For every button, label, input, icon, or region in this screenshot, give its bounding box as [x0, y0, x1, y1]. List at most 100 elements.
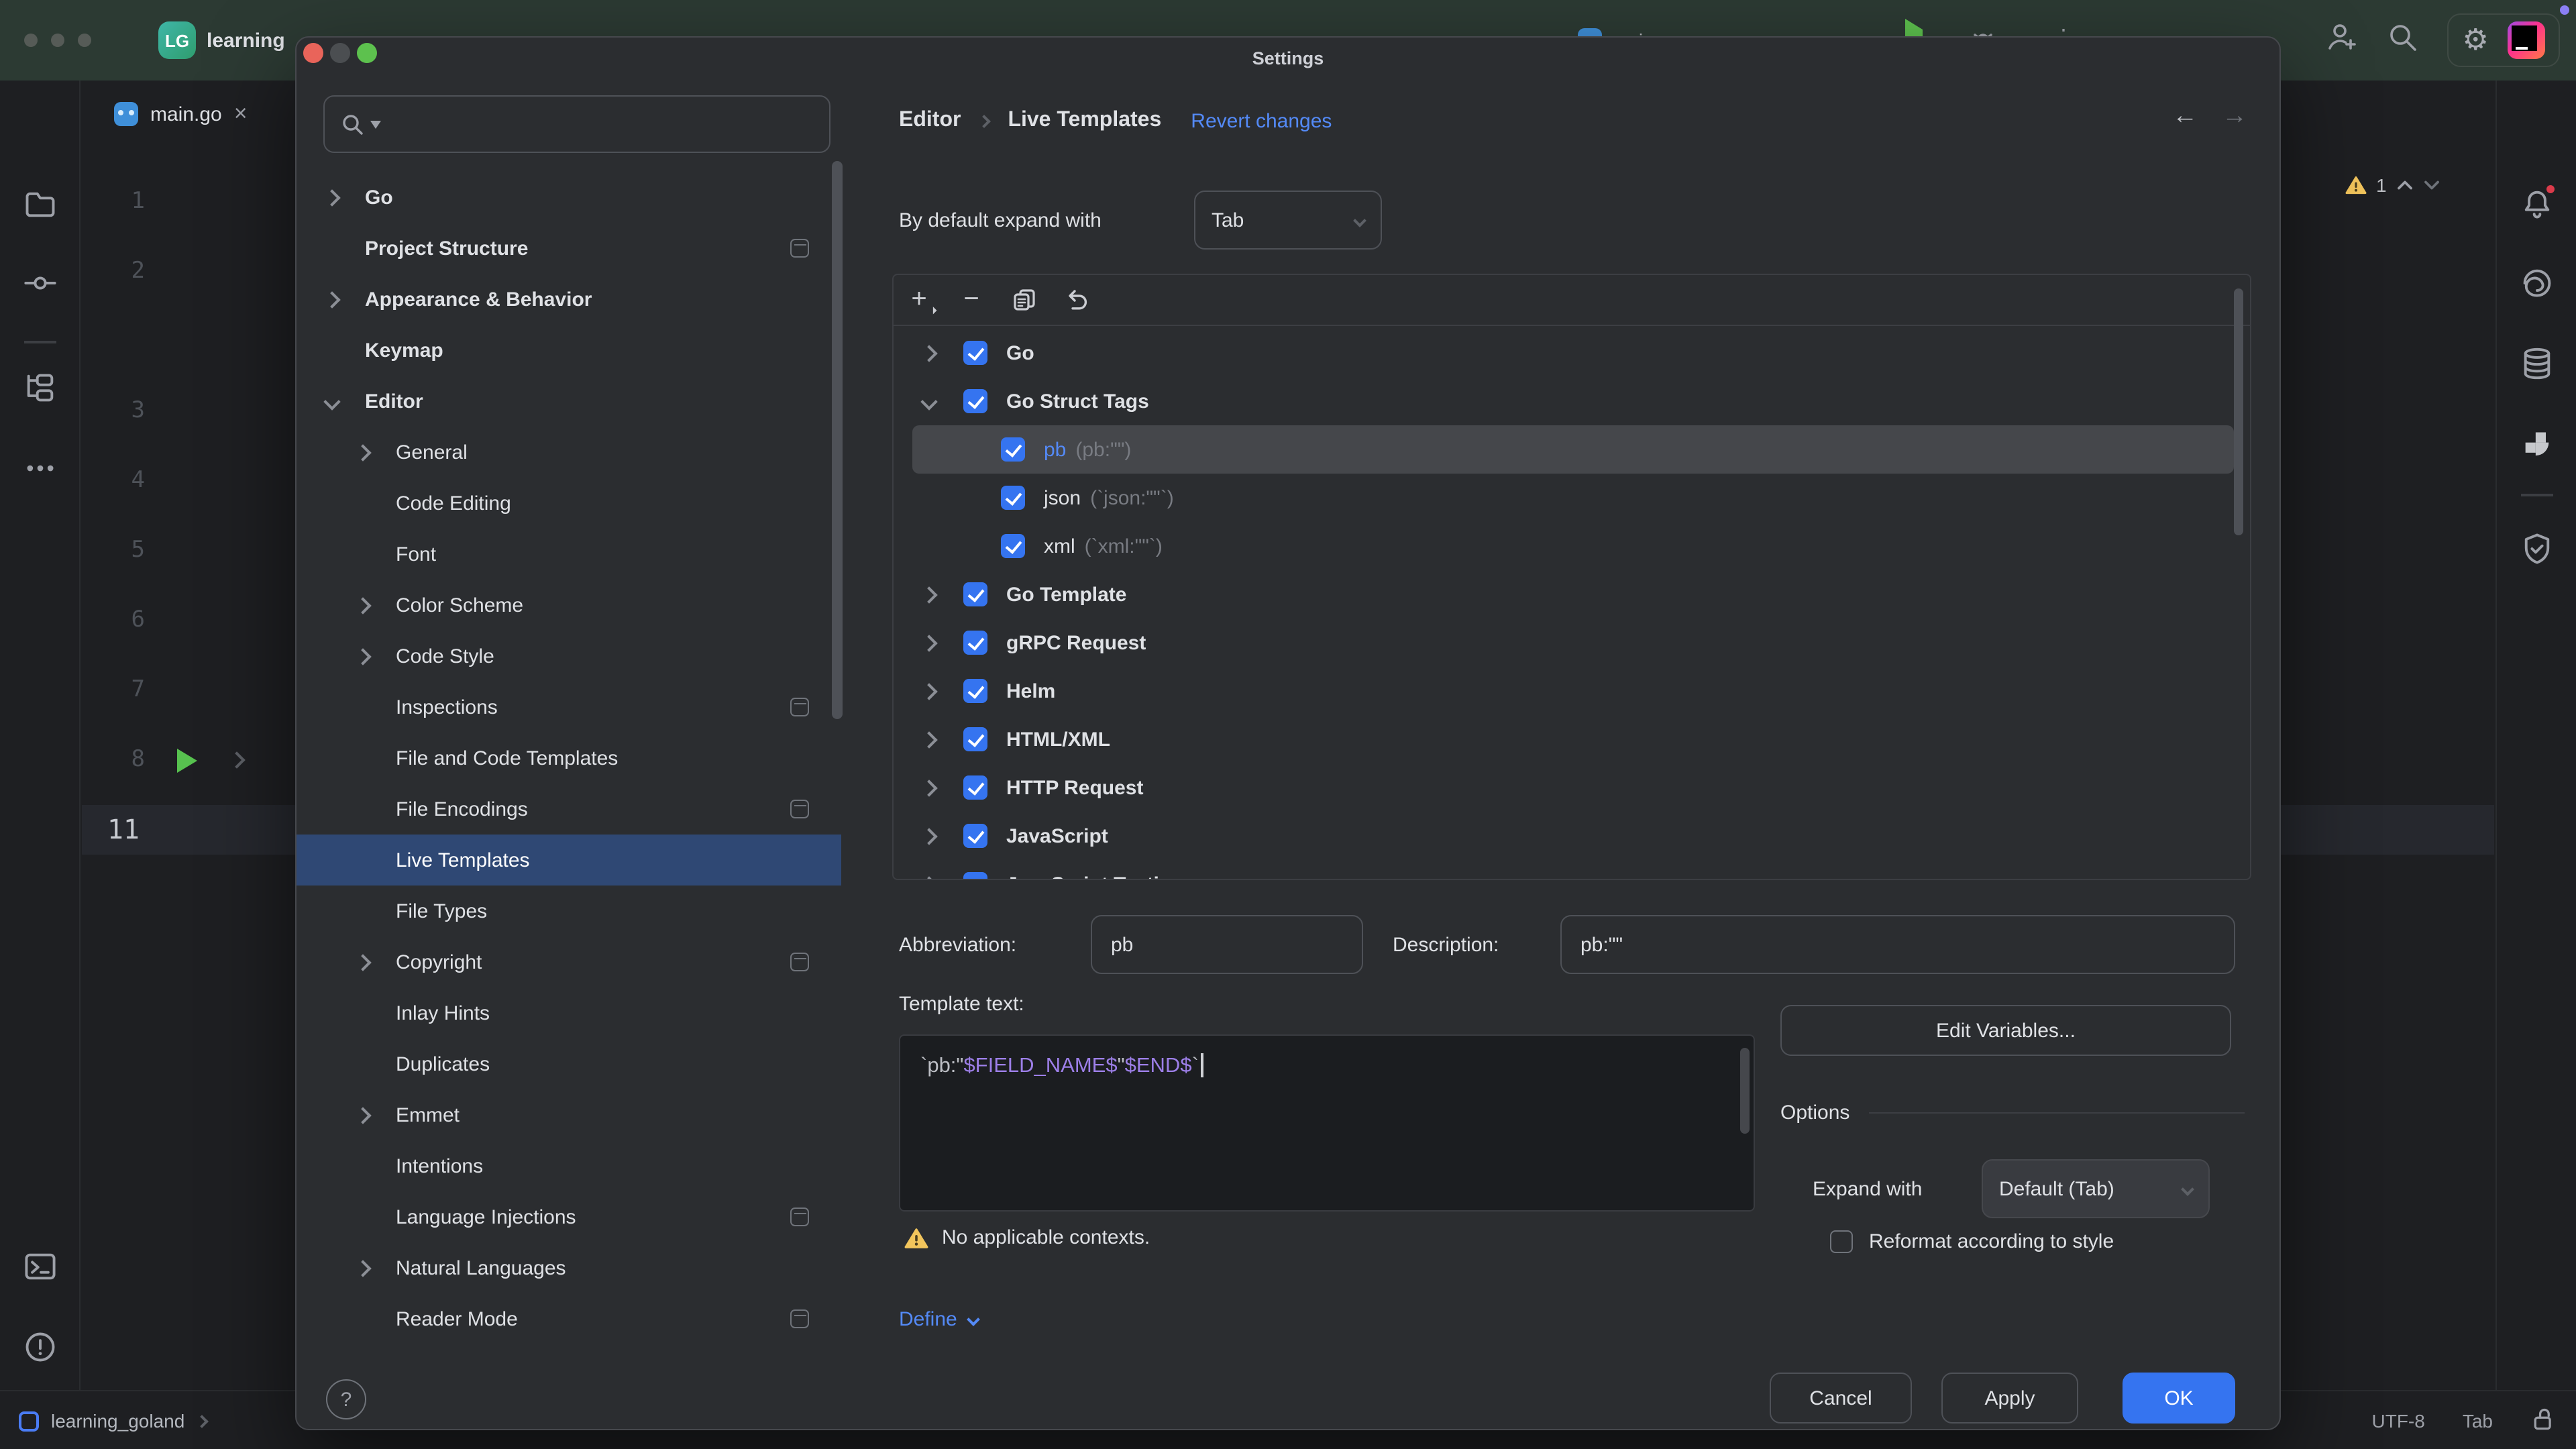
status-encoding[interactable]: UTF-8: [2372, 1410, 2425, 1432]
default-expand-dropdown[interactable]: Tab: [1194, 191, 1382, 250]
tree-item-copyright[interactable]: Copyright: [297, 936, 841, 987]
database-icon[interactable]: [2514, 341, 2559, 386]
template-row-json[interactable]: json(`json:""`): [912, 474, 2234, 522]
ai-assistant-icon[interactable]: [2514, 259, 2559, 305]
back-arrow-icon[interactable]: ←: [2172, 102, 2198, 131]
terminal-icon[interactable]: [17, 1244, 62, 1289]
reformat-checkbox[interactable]: [1830, 1230, 1853, 1253]
template-group-go-template[interactable]: Go Template: [912, 570, 2234, 619]
tree-item-language-injections[interactable]: Language Injections: [297, 1191, 841, 1242]
chevron-up-icon[interactable]: [2396, 178, 2414, 192]
template-row-pb[interactable]: pb(pb:""): [912, 425, 2234, 474]
status-project-name[interactable]: learning_goland: [51, 1410, 184, 1432]
forward-arrow-icon[interactable]: →: [2222, 102, 2247, 131]
template-group-grpc-request[interactable]: gRPC Request: [912, 619, 2234, 667]
settings-search-input[interactable]: [323, 95, 830, 153]
revert-changes-link[interactable]: Revert changes: [1191, 109, 1332, 132]
checkbox-checked[interactable]: [963, 389, 987, 413]
structure-icon[interactable]: [17, 365, 62, 411]
tree-item-intentions[interactable]: Intentions: [297, 1140, 841, 1191]
ok-button[interactable]: OK: [2123, 1373, 2235, 1424]
editor-tab-main-go[interactable]: main.go ×: [98, 80, 264, 148]
help-button[interactable]: ?: [326, 1379, 366, 1419]
tree-item-appearance-behavior[interactable]: Appearance & Behavior: [297, 274, 841, 325]
apply-button[interactable]: Apply: [1941, 1373, 2078, 1424]
tree-item-file-and-code-templates[interactable]: File and Code Templates: [297, 733, 841, 784]
checkbox-checked[interactable]: [963, 824, 987, 848]
tree-item-keymap[interactable]: Keymap: [297, 325, 841, 376]
tree-item-project-structure[interactable]: Project Structure: [297, 223, 841, 274]
tree-item-editor[interactable]: Editor: [297, 376, 841, 427]
inspections-widget[interactable]: 1: [2345, 174, 2440, 196]
template-group-javascript[interactable]: JavaScript: [912, 812, 2234, 860]
project-name[interactable]: learning: [207, 0, 285, 80]
tree-item-code-editing[interactable]: Code Editing: [297, 478, 841, 529]
search-everywhere-icon[interactable]: [2386, 19, 2421, 61]
template-text-editor[interactable]: `pb:"$FIELD_NAME$"$END$`: [899, 1034, 1755, 1212]
checkbox-checked[interactable]: [963, 727, 987, 751]
window-traffic-lights-dimmed[interactable]: [24, 34, 91, 47]
remove-template-button[interactable]: −: [954, 282, 989, 317]
tree-item-emmet[interactable]: Emmet: [297, 1089, 841, 1140]
breadcrumb-parent[interactable]: Editor: [899, 109, 961, 133]
tab-label[interactable]: main.go: [150, 103, 222, 125]
tree-scrollbar[interactable]: [832, 161, 843, 719]
chevron-down-icon[interactable]: [2423, 178, 2440, 192]
notifications-bell-icon[interactable]: [2514, 181, 2559, 227]
restore-defaults-button[interactable]: [1059, 282, 1093, 317]
tree-item-file-encodings[interactable]: File Encodings: [297, 784, 841, 835]
goland-logo-icon[interactable]: [2508, 21, 2545, 59]
template-group-http-request[interactable]: HTTP Request: [912, 763, 2234, 812]
abbreviation-field[interactable]: pb: [1091, 915, 1363, 974]
template-group-javascript-testing[interactable]: JavaScript Testing: [912, 860, 2234, 879]
checkbox-checked[interactable]: [963, 872, 987, 879]
define-contexts-link[interactable]: Define: [899, 1308, 979, 1331]
tree-item-natural-languages[interactable]: Natural Languages: [297, 1242, 841, 1293]
tree-item-live-templates[interactable]: Live Templates: [297, 835, 841, 885]
unlock-icon[interactable]: [2530, 1405, 2557, 1436]
shield-check-icon[interactable]: [2514, 526, 2559, 572]
checkbox-checked[interactable]: [1001, 437, 1025, 462]
plugin-icon[interactable]: [2514, 423, 2559, 468]
tree-item-general[interactable]: General: [297, 427, 841, 478]
checkbox-checked[interactable]: [1001, 486, 1025, 510]
checkbox-checked[interactable]: [963, 341, 987, 365]
checkbox-checked[interactable]: [963, 679, 987, 703]
fold-chevron-icon[interactable]: [228, 751, 245, 768]
duplicate-template-button[interactable]: [1006, 282, 1041, 317]
run-gutter-icon[interactable]: [177, 749, 197, 773]
search-options-chevron-icon[interactable]: [370, 120, 381, 128]
tree-item-code-style[interactable]: Code Style: [297, 631, 841, 682]
checkbox-checked[interactable]: [963, 631, 987, 655]
template-group-helm[interactable]: Helm: [912, 667, 2234, 715]
add-template-button[interactable]: +: [902, 282, 936, 317]
gear-icon[interactable]: ⚙: [2463, 25, 2489, 55]
tree-item-inlay-hints[interactable]: Inlay Hints: [297, 987, 841, 1038]
tree-item-go[interactable]: Go: [297, 172, 841, 223]
template-group-go[interactable]: Go: [912, 329, 2234, 377]
template-list-scrollbar[interactable]: [2234, 288, 2243, 535]
tab-close-icon[interactable]: ×: [234, 101, 248, 127]
tree-item-reader-mode[interactable]: Reader Mode: [297, 1293, 841, 1344]
more-tool-windows-icon[interactable]: [17, 445, 62, 491]
template-group-go-struct-tags[interactable]: Go Struct Tags: [912, 377, 2234, 425]
description-field[interactable]: pb:"": [1560, 915, 2235, 974]
problems-icon[interactable]: [17, 1324, 62, 1370]
project-folder-icon[interactable]: [17, 181, 62, 227]
add-user-icon[interactable]: [2324, 19, 2359, 61]
template-row-xml[interactable]: xml(`xml:""`): [912, 522, 2234, 570]
edit-variables-button[interactable]: Edit Variables...: [1780, 1005, 2231, 1056]
tree-item-file-types[interactable]: File Types: [297, 885, 841, 936]
template-group-html-xml[interactable]: HTML/XML: [912, 715, 2234, 763]
checkbox-checked[interactable]: [963, 775, 987, 800]
status-indent[interactable]: Tab: [2463, 1410, 2493, 1432]
checkbox-checked[interactable]: [963, 582, 987, 606]
cancel-button[interactable]: Cancel: [1770, 1373, 1912, 1424]
template-text-scrollbar[interactable]: [1740, 1048, 1750, 1134]
tree-item-color-scheme[interactable]: Color Scheme: [297, 580, 841, 631]
commit-icon[interactable]: [17, 260, 62, 306]
tree-item-inspections[interactable]: Inspections: [297, 682, 841, 733]
tree-item-duplicates[interactable]: Duplicates: [297, 1038, 841, 1089]
checkbox-checked[interactable]: [1001, 534, 1025, 558]
expand-with-dropdown[interactable]: Default (Tab): [1982, 1159, 2210, 1218]
